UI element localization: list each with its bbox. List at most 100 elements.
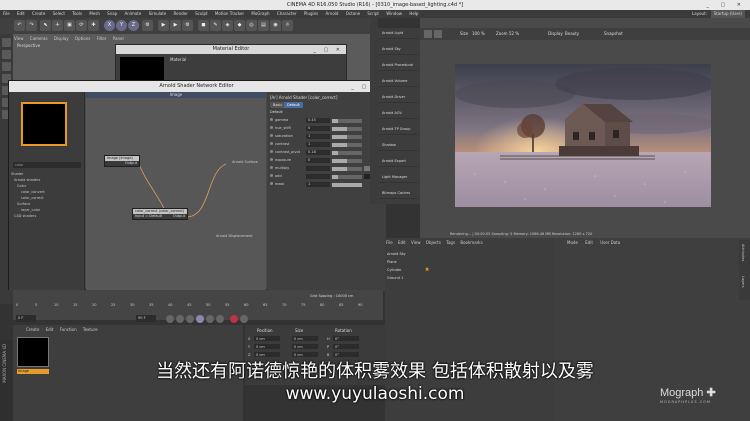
tree-item-color-convert[interactable]: color_convert (21, 190, 45, 194)
menu-octane[interactable]: Octane (346, 11, 360, 16)
keyframe-icon[interactable] (270, 150, 273, 153)
previous-key-icon[interactable] (176, 315, 184, 323)
y-axis-button[interactable]: Y (116, 20, 127, 31)
keyframe-icon[interactable] (270, 174, 273, 177)
arnold-sky-button[interactable]: Arnold Sky (379, 44, 419, 55)
material-menu-create[interactable]: Create (26, 327, 39, 332)
object-row[interactable]: Plane (387, 260, 397, 264)
menu-tools[interactable]: Tools (72, 11, 82, 16)
arnold-surface-port[interactable]: Arnold Surface (232, 160, 258, 164)
param-slider[interactable] (332, 134, 362, 139)
param-slider[interactable] (332, 182, 362, 187)
material-menu-texture[interactable]: Texture (83, 327, 98, 332)
menu-render[interactable]: Render (174, 11, 188, 16)
arnold-driver-button[interactable]: Arnold Driver (379, 92, 419, 103)
x-axis-button[interactable]: X (104, 20, 115, 31)
tree-item-layer-color[interactable]: layer_color (21, 208, 40, 212)
window-controls[interactable]: _ ▢ ✕ (706, 0, 746, 10)
deformer-icon[interactable]: ◎ (246, 20, 257, 31)
scale-icon[interactable]: ▣ (64, 20, 75, 31)
param-value[interactable] (306, 166, 330, 171)
menu-mograph[interactable]: MoGraph (251, 11, 269, 16)
recent-tools-icon[interactable]: ✚ (88, 20, 99, 31)
node-color-correct[interactable]: color_correct (color_correct) Input = De… (132, 208, 188, 220)
go-to-end-icon[interactable] (216, 315, 224, 323)
play-icon[interactable] (196, 315, 204, 323)
node-image[interactable]: Image (image) Output (104, 155, 140, 167)
menu-edit[interactable]: Edit (17, 11, 25, 16)
render-view-icon[interactable]: ▶ (158, 20, 169, 31)
viewport-menu-display[interactable]: Display (54, 36, 69, 41)
keyframe-icon[interactable] (270, 158, 273, 161)
arnold-tp-group-button[interactable]: Arnold TP Group (379, 124, 419, 135)
z-axis-button[interactable]: Z (128, 20, 139, 31)
attr-menu-user-data[interactable]: User Data (600, 240, 620, 245)
attr-menu-mode[interactable]: Mode (567, 240, 578, 245)
snapshot-button[interactable]: Snapshot (604, 28, 623, 40)
object-row[interactable]: Ground 1 (387, 276, 403, 280)
param-slider[interactable] (332, 166, 362, 171)
tree-item-surface[interactable]: Surface (17, 202, 30, 206)
viewport-menu-view[interactable]: View (14, 36, 24, 41)
tab-layers[interactable]: Layers (741, 276, 745, 288)
keyframe-icon[interactable] (270, 134, 273, 137)
light-manager-button[interactable]: Light Manager (379, 172, 419, 183)
redo-icon[interactable]: ↷ (26, 20, 37, 31)
material-menu-function[interactable]: Function (60, 327, 77, 332)
texture-mode-icon[interactable] (2, 62, 11, 71)
menu-mesh[interactable]: Mesh (89, 11, 100, 16)
keyframe-icon[interactable] (270, 142, 273, 145)
node-image-output-port[interactable]: Output (105, 161, 139, 166)
param-value[interactable]: 0 (306, 158, 330, 163)
attr-menu-edit[interactable]: Edit (585, 240, 593, 245)
menu-arnold[interactable]: Arnold (326, 11, 339, 16)
object-menu-tags[interactable]: Tags (446, 240, 455, 245)
param-value[interactable]: 1 (306, 182, 330, 187)
arnold-displacement-port[interactable]: Arnold Displacement (216, 234, 253, 238)
layout-dropdown[interactable]: Startup (User) (710, 10, 745, 18)
light-icon[interactable]: ☼ (282, 20, 293, 31)
material-editor-window-controls[interactable]: _ ▢ ✕ (313, 47, 343, 53)
object-menu-objects[interactable]: Objects (426, 240, 441, 245)
pause-icon[interactable] (424, 30, 432, 38)
display-dropdown[interactable]: Beauty (565, 28, 579, 40)
shader-search-input[interactable]: color (13, 162, 81, 168)
keyframe-icon[interactable] (270, 166, 273, 169)
tree-item-arnold-shaders[interactable]: Arnold shaders (14, 178, 40, 182)
object-menu-edit[interactable]: Edit (398, 240, 406, 245)
go-to-start-icon[interactable] (166, 315, 174, 323)
viewport-menu-filter[interactable]: Filter (97, 36, 107, 41)
subdivision-icon[interactable]: ◈ (222, 20, 233, 31)
viewport-menu-cameras[interactable]: Cameras (30, 36, 48, 41)
make-editable-icon[interactable] (2, 38, 11, 47)
zoom-field[interactable]: 52 % (509, 28, 519, 40)
param-value[interactable]: 0.18 (306, 150, 330, 155)
object-row[interactable]: Arnold Sky (387, 252, 406, 256)
menu-character[interactable]: Character (277, 11, 297, 16)
menu-plugins[interactable]: Plugins (304, 11, 318, 16)
pen-icon[interactable]: ✎ (210, 20, 221, 31)
bitmaps-caches-button[interactable]: Bitmaps Caches (379, 188, 419, 199)
tree-item-shader[interactable]: Shader (11, 172, 23, 176)
param-value[interactable]: 1 (306, 134, 330, 139)
material-menu-edit[interactable]: Edit (46, 327, 54, 332)
object-menu-bookmarks[interactable]: Bookmarks (460, 240, 482, 245)
param-slider[interactable] (332, 158, 362, 163)
tree-item-color-correct[interactable]: color_correct (21, 196, 44, 200)
node-cc-input-port[interactable]: Input (135, 214, 144, 218)
tag-icon[interactable]: ✖ (425, 267, 429, 273)
menu-help[interactable]: Help (409, 11, 418, 16)
param-slider[interactable] (332, 174, 362, 179)
move-icon[interactable]: ✛ (52, 20, 63, 31)
keyframe-icon[interactable] (270, 126, 273, 129)
menu-animate[interactable]: Animate (125, 11, 142, 16)
end-frame-field[interactable]: 90 F (136, 315, 156, 322)
param-slider[interactable] (332, 142, 362, 147)
scene-icon[interactable]: ▤ (258, 20, 269, 31)
coordinate-system-icon[interactable]: ⚙ (142, 20, 153, 31)
start-frame-field[interactable]: 0 F (16, 315, 36, 322)
viewport-menu-options[interactable]: Options (75, 36, 90, 41)
param-slider[interactable] (332, 118, 362, 123)
param-value[interactable]: 1 (306, 142, 330, 147)
tab-basic[interactable]: Basic (270, 102, 286, 108)
